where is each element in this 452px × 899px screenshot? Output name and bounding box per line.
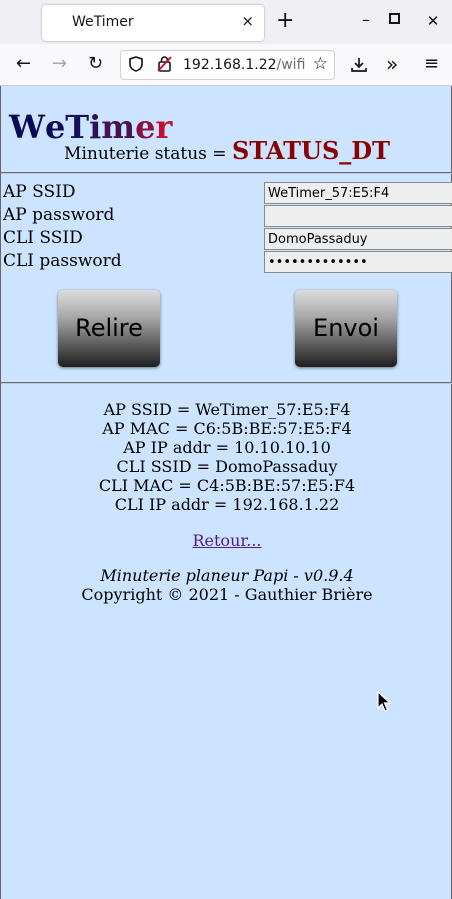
new-tab-button[interactable]: +: [276, 10, 294, 32]
window-close-icon[interactable]: ✕: [423, 12, 443, 36]
page-content: WeTimer Minuterie status = STATUS_DT AP …: [0, 86, 452, 899]
ap-ssid-label: AP SSID: [3, 182, 76, 202]
envoi-button[interactable]: Envoi: [295, 290, 397, 367]
tab-bar: WeTimer × + – ✕: [0, 0, 452, 44]
maximize-icon[interactable]: [389, 13, 400, 24]
minimize-icon[interactable]: –: [356, 10, 376, 34]
ap-password-row: AP password: [1, 205, 452, 227]
ap-password-label: AP password: [3, 205, 115, 225]
info-cli-mac: CLI MAC = C4:5B:BE:57:E5:F4: [98, 476, 356, 495]
footer-version: Minuterie planeur Papi - v0.9.4: [100, 566, 354, 585]
insecure-lock-icon[interactable]: [157, 55, 173, 73]
browser-tab[interactable]: WeTimer ×: [42, 5, 264, 41]
network-info: AP SSID = WeTimer_57:E5:F4 AP MAC = C6:5…: [1, 400, 452, 514]
bookmark-star-icon[interactable]: ☆: [313, 54, 328, 74]
divider-bottom: [1, 382, 452, 384]
overflow-menu-icon[interactable]: »: [386, 54, 398, 74]
footer-copyright: Copyright © 2021 - Gauthier Brière: [81, 585, 373, 604]
url-text[interactable]: 192.168.1.22/wifi: [183, 57, 305, 73]
url-path: /wifi: [276, 57, 306, 73]
ap-password-input[interactable]: [264, 205, 452, 227]
forward-icon[interactable]: →: [52, 54, 67, 74]
tab-close-icon[interactable]: ×: [241, 12, 254, 30]
info-cli-ip: CLI IP addr = 192.168.1.22: [114, 495, 340, 514]
relire-button[interactable]: Relire: [58, 290, 160, 367]
back-icon[interactable]: ←: [16, 54, 31, 74]
cli-ssid-row: CLI SSID: [1, 228, 452, 250]
info-ap-mac: AP MAC = C6:5B:BE:57:E5:F4: [102, 419, 352, 438]
info-ap-ip: AP IP addr = 10.10.10.10: [123, 438, 331, 457]
retour-link-wrap: Retour...: [1, 531, 452, 550]
cli-password-row: CLI password: [1, 251, 452, 273]
status-value: STATUS_DT: [231, 136, 390, 165]
url-host: 192.168.1.22: [183, 57, 277, 73]
ap-ssid-row: AP SSID: [1, 182, 452, 204]
hamburger-menu-icon[interactable]: ≡: [424, 54, 439, 74]
divider-top: [1, 172, 452, 174]
cli-password-input[interactable]: [264, 251, 452, 273]
cli-password-label: CLI password: [3, 251, 122, 271]
status-label: Minuterie status =: [64, 144, 232, 164]
cli-ssid-input[interactable]: [264, 228, 452, 250]
tab-title: WeTimer: [72, 14, 134, 30]
mouse-cursor-icon: [377, 691, 391, 712]
ap-ssid-input[interactable]: [264, 182, 452, 204]
info-cli-ssid: CLI SSID = DomoPassaduy: [116, 457, 338, 476]
cli-ssid-label: CLI SSID: [3, 228, 83, 248]
reload-icon[interactable]: ↻: [88, 54, 103, 74]
download-icon[interactable]: [350, 56, 368, 74]
retour-link[interactable]: Retour...: [192, 531, 261, 550]
url-bar[interactable]: 192.168.1.22/wifi ☆: [120, 50, 335, 80]
tracking-shield-icon[interactable]: [129, 56, 143, 72]
navigation-toolbar: ← → ↻ 192.168.1.22/wifi ☆ » ≡: [0, 44, 452, 86]
info-ap-ssid: AP SSID = WeTimer_57:E5:F4: [103, 400, 351, 419]
status-line: Minuterie status = STATUS_DT: [1, 136, 452, 165]
